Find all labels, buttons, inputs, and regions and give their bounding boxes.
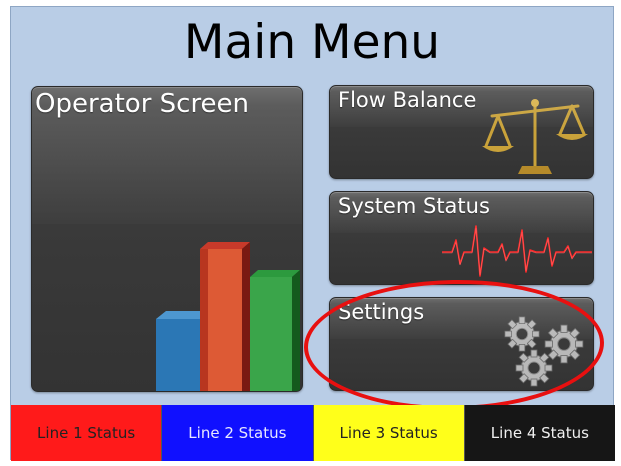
main-menu-screen: Main Menu Operator Screen Flow Balance S… bbox=[10, 6, 615, 461]
flow-balance-label: Flow Balance bbox=[338, 88, 477, 112]
line-4-status-label: Line 4 Status bbox=[490, 424, 589, 442]
settings-button[interactable]: Settings bbox=[329, 297, 594, 391]
balance-scale-icon bbox=[482, 99, 588, 174]
line-2-status-label: Line 2 Status bbox=[188, 424, 287, 442]
bar-chart-icon bbox=[156, 242, 300, 391]
line-1-status-button[interactable]: Line 1 Status bbox=[11, 405, 163, 461]
page-title: Main Menu bbox=[183, 15, 441, 70]
settings-label: Settings bbox=[338, 300, 425, 324]
flow-balance-button[interactable]: Flow Balance bbox=[329, 85, 594, 179]
system-status-button[interactable]: System Status bbox=[329, 191, 594, 285]
line-1-status-label: Line 1 Status bbox=[37, 424, 136, 442]
heartbeat-icon bbox=[442, 225, 592, 277]
system-status-label: System Status bbox=[338, 194, 490, 218]
line-3-status-button[interactable]: Line 3 Status bbox=[313, 405, 465, 461]
operator-screen-label: Operator Screen bbox=[35, 89, 250, 119]
line-status-bar: Line 1 Status Line 2 Status Line 3 Statu… bbox=[11, 405, 615, 461]
line-4-status-button[interactable]: Line 4 Status bbox=[464, 405, 615, 461]
operator-screen-button[interactable]: Operator Screen bbox=[31, 86, 303, 392]
line-3-status-label: Line 3 Status bbox=[339, 424, 438, 442]
gears-icon bbox=[504, 316, 584, 387]
line-2-status-button[interactable]: Line 2 Status bbox=[162, 405, 314, 461]
